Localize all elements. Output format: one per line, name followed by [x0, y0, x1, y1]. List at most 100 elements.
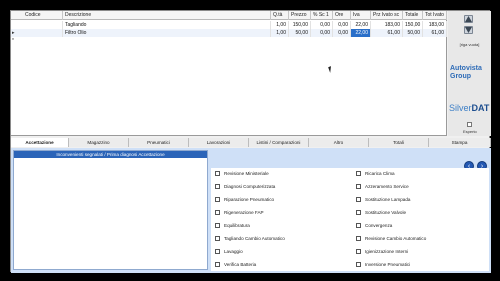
option-inversione-pneumatici[interactable]: Inversione Pneumatici: [356, 261, 486, 269]
tab-magazzino[interactable]: Magazzino: [69, 138, 129, 147]
cell-prezzo[interactable]: 50,00: [289, 29, 311, 37]
option-diagnosi-computerizzata[interactable]: Diagnosi Computerizzata: [215, 183, 345, 191]
tab-accettazione[interactable]: Accettazione: [11, 138, 69, 147]
checkbox[interactable]: [215, 223, 220, 228]
tab-altro[interactable]: Altro: [309, 138, 369, 147]
option-riparazione-pneumatico[interactable]: Riparazione Pneumatico: [215, 196, 345, 204]
checkbox[interactable]: [356, 249, 361, 254]
checkbox[interactable]: [356, 184, 361, 189]
cell-ore[interactable]: 0,00: [333, 21, 351, 29]
new-row-marker: *: [12, 38, 14, 44]
table-row-new[interactable]: *: [11, 37, 447, 45]
option-label: Azzeramento Service: [365, 184, 409, 189]
tab-bar: Accettazione Magazzino Pneumatici Lavora…: [11, 138, 491, 147]
option-convergenza[interactable]: Convergenza: [356, 222, 486, 230]
cell-tot-ivato[interactable]: 183,00: [423, 21, 447, 29]
column-header-ore[interactable]: Ore: [333, 11, 351, 20]
cell-codice[interactable]: [23, 21, 63, 29]
option-label: Rigenerazione FAP: [224, 210, 264, 215]
items-grid[interactable]: Codice Descrizione Q.tà Prezzo % Sc 1 Or…: [11, 11, 447, 136]
autovista-logo-line1: Autovista: [450, 65, 482, 72]
option-azzeramento-service[interactable]: Azzeramento Service: [356, 183, 486, 191]
row-marker: ▸: [12, 30, 15, 36]
cell-sconto[interactable]: 0,00: [311, 29, 333, 37]
cell-prz-ivato[interactable]: 183,00: [371, 21, 403, 29]
column-header-prz-ivato-sc[interactable]: Prz Ivato sc: [371, 11, 403, 20]
checkbox[interactable]: [215, 171, 220, 176]
checkbox[interactable]: [215, 236, 220, 241]
column-header-codice[interactable]: Codice: [23, 11, 63, 20]
silverdat-logo[interactable]: SilverDAT: [449, 103, 491, 113]
arrow-down-icon: [465, 27, 472, 33]
cell-prz-ivato[interactable]: 61,00: [371, 29, 403, 37]
tab-lavorazioni[interactable]: Lavorazioni: [189, 138, 249, 147]
autovista-logo-line2: Group: [450, 73, 471, 80]
checkbox[interactable]: [356, 262, 361, 267]
option-ricarica-clima[interactable]: Ricarica Clima: [356, 170, 486, 178]
column-header-descrizione[interactable]: Descrizione: [63, 11, 271, 20]
cell-sconto[interactable]: 0,00: [311, 21, 333, 29]
silverdat-logo-b: DAT: [471, 103, 490, 113]
move-up-button[interactable]: [464, 15, 473, 23]
riga-vuota-label: [riga vuota]: [459, 42, 480, 47]
option-rigenerazione-fap[interactable]: Rigenerazione FAP: [215, 209, 345, 217]
checkbox[interactable]: [215, 197, 220, 202]
cell-codice[interactable]: [23, 29, 63, 37]
option-label: Revisione Cambio Automatico: [365, 236, 427, 241]
option-revisione-cambio-automatico[interactable]: Revisione Cambio Automatico: [356, 235, 486, 243]
option-label: Riparazione Pneumatico: [224, 197, 275, 202]
option-tagliando-cambio-automatico[interactable]: Tagliando Cambio Automatico: [215, 235, 345, 243]
checkbox[interactable]: [215, 184, 220, 189]
accettazione-panel: Inconvenienti segnalati / Prima diagnosi…: [11, 148, 491, 273]
inconvenienti-list-header: Inconvenienti segnalati / Prima diagnosi…: [14, 151, 207, 158]
cell-prezzo[interactable]: 150,00: [289, 21, 311, 29]
checkbox[interactable]: [215, 210, 220, 215]
column-header-totale[interactable]: Totale: [403, 11, 423, 20]
esperto-checkbox[interactable]: [467, 122, 472, 127]
move-down-button[interactable]: [464, 26, 473, 34]
tab-listini-comparazioni[interactable]: Listini / Comparazioni: [249, 138, 309, 147]
option-label: Verifica Batteria: [224, 262, 257, 267]
inconvenienti-list[interactable]: Inconvenienti segnalati / Prima diagnosi…: [13, 150, 208, 270]
cell-iva[interactable]: 22,00: [351, 21, 371, 29]
cell-iva-selected[interactable]: 22,00: [351, 29, 371, 37]
option-revisione-ministeriale[interactable]: Revisione Ministeriale: [215, 170, 345, 178]
column-header-qta[interactable]: Q.tà: [271, 11, 289, 20]
option-lavaggio[interactable]: Lavaggio: [215, 248, 345, 256]
column-header-tot-ivato[interactable]: Tot Ivato: [423, 11, 447, 20]
column-header-sconto[interactable]: % Sc 1: [311, 11, 333, 20]
cell-tot-ivato[interactable]: 61,00: [423, 29, 447, 37]
checkbox[interactable]: [356, 171, 361, 176]
cell-descrizione[interactable]: Filtro Olio: [63, 29, 271, 37]
silverdat-logo-a: Silver: [449, 103, 472, 113]
tab-stampa[interactable]: Stampa: [429, 138, 491, 147]
autovista-logo[interactable]: Autovista Group: [450, 65, 490, 81]
cell-qta[interactable]: 1,00: [271, 21, 289, 29]
option-sostituzione-valvole[interactable]: Sostituzione Valvole: [356, 209, 486, 217]
cell-descrizione[interactable]: Tagliando: [63, 21, 271, 29]
checkbox[interactable]: [356, 197, 361, 202]
side-panel: [riga vuota] Autovista Group SilverDAT E…: [448, 11, 491, 136]
option-equilibratura[interactable]: Equilibratura: [215, 222, 345, 230]
checkbox[interactable]: [356, 223, 361, 228]
cell-totale[interactable]: 50,00: [403, 29, 423, 37]
cell-qta[interactable]: 1,00: [271, 29, 289, 37]
cell-ore[interactable]: 0,00: [333, 29, 351, 37]
option-sostituzione-lampada[interactable]: Sostituzione Lampada: [356, 196, 486, 204]
option-verifica-batteria[interactable]: Verifica Batteria: [215, 261, 345, 269]
tab-totali[interactable]: Totali: [369, 138, 429, 147]
esperto-label: Esperto: [463, 129, 477, 134]
checkbox[interactable]: [356, 210, 361, 215]
tab-pneumatici[interactable]: Pneumatici: [129, 138, 189, 147]
cell-totale[interactable]: 150,00: [403, 21, 423, 29]
checkbox[interactable]: [356, 236, 361, 241]
option-label: Sostituzione Valvole: [365, 210, 407, 215]
table-row[interactable]: ▸ Filtro Olio 1,00 50,00 0,00 0,00 22,00…: [11, 29, 447, 37]
grid-header: Codice Descrizione Q.tà Prezzo % Sc 1 Or…: [11, 11, 447, 20]
option-igienizzazione-interni[interactable]: Igienizzazione Interni: [356, 248, 486, 256]
checkbox[interactable]: [215, 262, 220, 267]
column-header-iva[interactable]: Iva: [351, 11, 371, 20]
checkbox[interactable]: [215, 249, 220, 254]
column-header-prezzo[interactable]: Prezzo: [289, 11, 311, 20]
table-row[interactable]: Tagliando 1,00 150,00 0,00 0,00 22,00 18…: [11, 21, 447, 29]
